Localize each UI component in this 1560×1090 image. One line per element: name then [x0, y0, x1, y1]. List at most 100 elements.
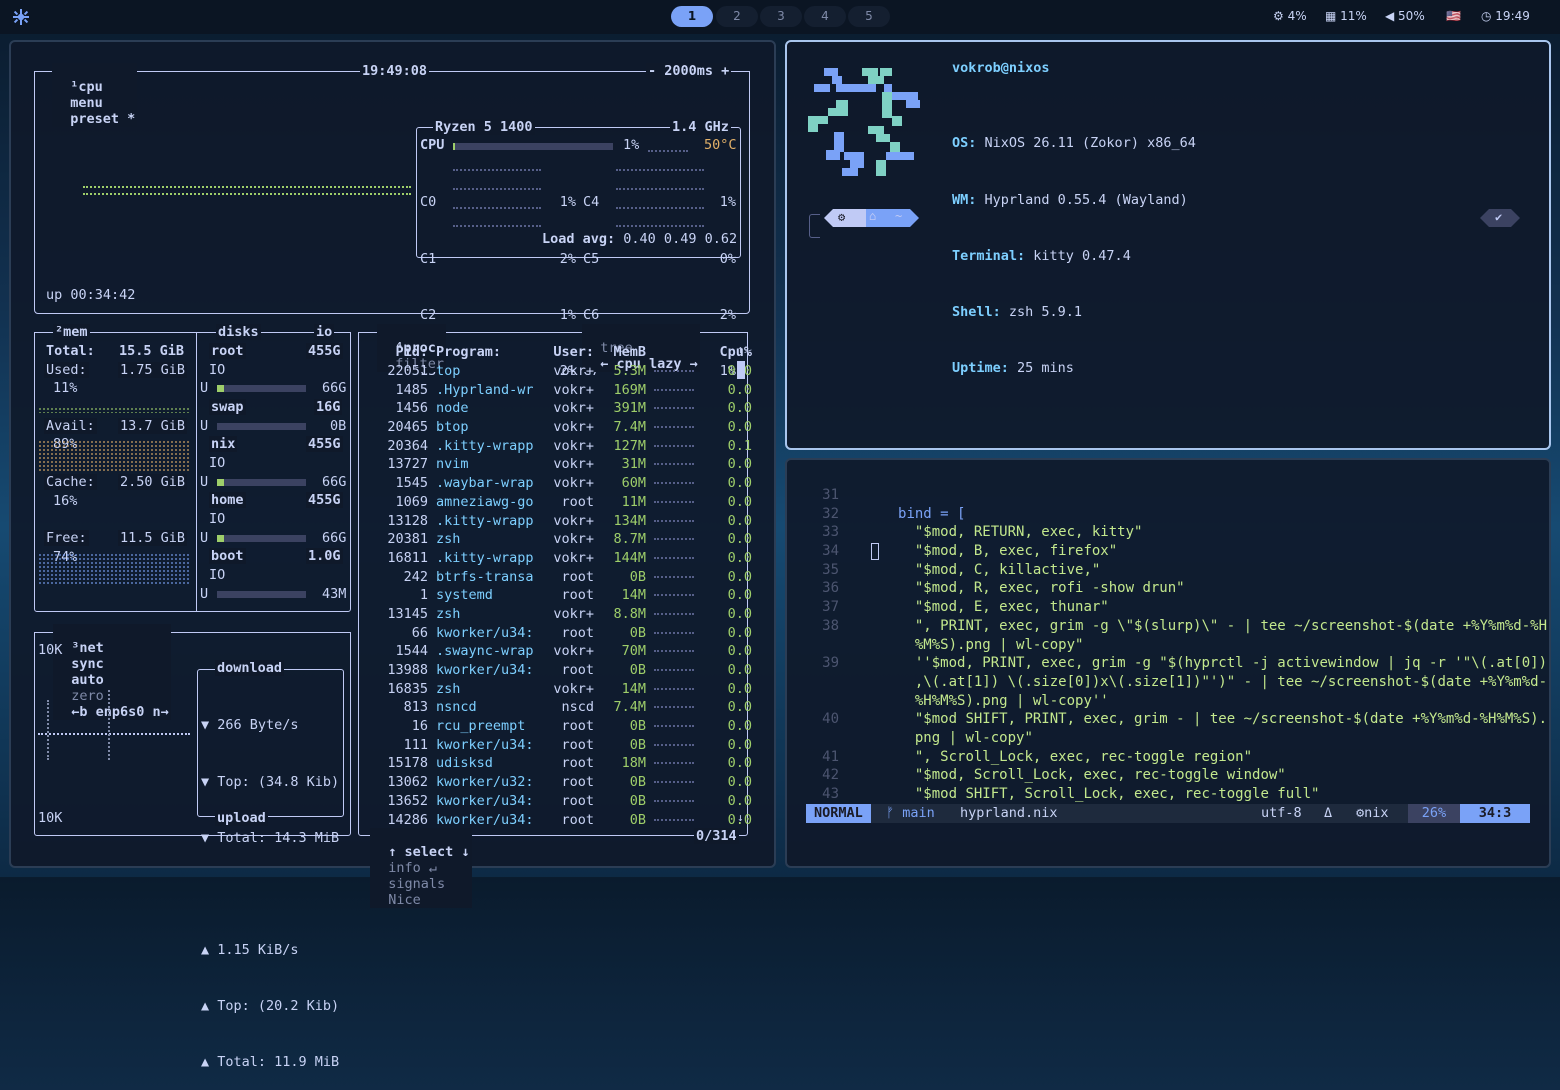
proc-program: udisksd [436, 755, 493, 772]
disk-swap-size: 16G [314, 399, 343, 415]
editor-line[interactable]: 31 [805, 486, 1530, 505]
editor-buffer[interactable]: 31 32 bind = [33 "$mod, RETURN, exec, ki… [805, 486, 1547, 804]
proc-row[interactable]: 1544 .swaync-wrap vokr+ 70M 0.0 [380, 642, 752, 661]
proc-row[interactable]: 22051topvokr+5.3M0.0 [380, 362, 752, 381]
proc-mem: 7.4M [613, 699, 646, 716]
proc-row[interactable]: 1069 amneziawg-go root 11M 0.0 [380, 493, 752, 512]
clock-widget[interactable]: ◷ 19:49 [1481, 9, 1530, 23]
cpu-widget[interactable]: ⚙ 4% [1273, 9, 1307, 23]
proc-cpu-graph [646, 661, 702, 680]
col-program-header[interactable]: Program: [428, 343, 542, 362]
editor-line[interactable]: 37 "$mod, E, exec, thunar" [805, 598, 1530, 617]
editor-line[interactable]: png | wl-copy" [805, 729, 1530, 748]
editor-line[interactable]: 40 "$mod SHIFT, PRINT, exec, grim - | te… [805, 710, 1547, 729]
disk-root-size: 455G [306, 343, 343, 359]
proc-info-button[interactable]: info ↵ [388, 860, 437, 876]
proc-row[interactable]: 813 nsncd nscd 7.4M 0.0 [380, 698, 752, 717]
editor-line[interactable]: 42 "$mod, Scroll_Lock, exec, rec-toggle … [805, 766, 1530, 785]
net-zero-toggle[interactable]: zero [71, 688, 104, 704]
proc-nice-button[interactable]: Nice [388, 892, 421, 908]
proc-row[interactable]: 111 kworker/u34: root 0B 0.0 [380, 735, 752, 754]
workspace-1-button[interactable]: 1 [671, 6, 713, 27]
proc-scroll-down-icon[interactable]: ↓ [737, 811, 744, 824]
prompt-cwd: ~ [895, 209, 903, 223]
cpu-preset-button[interactable]: preset * [70, 111, 135, 127]
disk-root-io: IO [209, 362, 226, 378]
cpu-model: Ryzen 5 1400 [433, 119, 535, 135]
volume-widget[interactable]: ◀ 50% [1385, 9, 1425, 23]
editor-line[interactable]: 35 "$mod, C, killactive," [805, 561, 1530, 580]
editor-line[interactable]: ,\(.at[1]) \(.size[0])x\(.size[1])"')" -… [805, 673, 1547, 692]
proc-row[interactable]: 13128 .kitty-wrapp vokr+ 134M 0.0 [380, 511, 752, 530]
workspace-4-button[interactable]: 4 [804, 6, 846, 27]
workspace-5-button[interactable]: 5 [848, 6, 890, 27]
workspace-3-button[interactable]: 3 [760, 6, 802, 27]
proc-row[interactable]: 20364 .kitty-wrapp vokr+ 127M 0.1 [380, 436, 752, 455]
editor-line[interactable]: 36 "$mod, R, exec, rofi -show drun" [805, 579, 1530, 598]
cpu-menu-button[interactable]: menu [70, 95, 103, 111]
editor-line[interactable]: 34 "$mod, B, exec, firefox" [805, 542, 1530, 561]
line-number: 41 [822, 748, 839, 765]
proc-row[interactable]: 1456 node vokr+ 391M 0.0 [380, 399, 752, 418]
btop-uptime: up 00:34:42 [46, 287, 136, 303]
line-text: ''$mod, PRINT, exec, grim -g "$(hyprctl … [864, 655, 1548, 672]
editor-line[interactable]: 39 ''$mod, PRINT, exec, grim -g "$(hyprc… [805, 654, 1547, 673]
nixos-launcher-icon[interactable] [12, 8, 30, 26]
proc-cpu: 0.0 [727, 755, 752, 772]
workspace-2-button[interactable]: 2 [716, 6, 758, 27]
mem-used-label: Used: [44, 362, 89, 378]
col-mem-header[interactable]: MemB [594, 343, 646, 362]
proc-row[interactable]: 1485 .Hyprland-wr vokr+ 169M 0.0 [380, 380, 752, 399]
btop-interval-control[interactable]: - 2000ms + [646, 63, 732, 79]
net-sync-toggle[interactable]: sync [71, 656, 104, 672]
proc-row[interactable]: 1545 .waybar-wrap vokr+ 60M 0.0 [380, 474, 752, 493]
proc-row[interactable]: 20381 zsh vokr+ 8.7M 0.0 [380, 530, 752, 549]
col-user-header[interactable]: User: [542, 343, 594, 362]
editor-line[interactable]: 33 "$mod, RETURN, exec, kitty" [805, 523, 1530, 542]
proc-row[interactable]: 1 systemd root 14M 0.0 [380, 586, 752, 605]
fetch-terminal-key: Terminal: [952, 247, 1026, 264]
proc-row[interactable]: 66 kworker/u34: root 0B 0.0 [380, 623, 752, 642]
col-cpu-header[interactable]: Cpu% [702, 343, 752, 362]
editor-line[interactable]: 32 bind = [ [805, 505, 1530, 524]
proc-user: vokr+ [553, 475, 594, 492]
proc-row[interactable]: 13727 nvim vokr+ 31M 0.0 [380, 455, 752, 474]
proc-row[interactable]: 13145 zsh vokr+ 8.8M 0.0 [380, 605, 752, 624]
proc-row[interactable]: 15178 udisksd root 18M 0.0 [380, 754, 752, 773]
editor-line[interactable]: 38 ", PRINT, exec, grim -g \"$(slurp)\" … [805, 617, 1547, 636]
memory-widget[interactable]: ▦ 11% [1325, 9, 1367, 23]
proc-scrollbar-thumb[interactable] [737, 361, 745, 379]
proc-signals-button[interactable]: signals [388, 876, 445, 892]
net-interface-selector[interactable]: ←b enp6s0 n→ [71, 704, 169, 720]
net-box-title: ³net [71, 640, 104, 656]
proc-select-hint[interactable]: ↑ select ↓ [388, 844, 469, 860]
net-auto-toggle[interactable]: auto [71, 672, 104, 688]
proc-pid: 1485 [395, 381, 428, 398]
proc-row[interactable]: 16835 zsh vokr+ 14M 0.0 [380, 679, 752, 698]
disks-io-toggle[interactable]: io [314, 324, 335, 340]
proc-row[interactable]: 16811 .kitty-wrapp vokr+ 144M 0.0 [380, 549, 752, 568]
proc-row[interactable]: 13988 kworker/u34: root 0B 0.0 [380, 661, 752, 680]
nixos-prompt-icon: ⚙ [838, 210, 846, 224]
proc-row[interactable]: 16 rcu_preempt root 0B 0.0 [380, 717, 752, 736]
mem-used-percent: 11% [53, 380, 78, 396]
proc-program: rcu_preempt [436, 718, 526, 735]
editor-line[interactable]: 43 "$mod SHIFT, Scroll_Lock, exec, rec-t… [805, 785, 1530, 804]
proc-program: kworker/u34: [436, 811, 534, 828]
proc-row[interactable]: 14286 kworker/u34: root 0B 0.0 [380, 810, 752, 829]
editor-line[interactable]: 41 ", Scroll_Lock, exec, rec-toggle regi… [805, 748, 1530, 767]
line-number: 37 [822, 599, 839, 616]
proc-row[interactable]: 242 btrfs-transa root 0B 0.0 [380, 567, 752, 586]
col-pid-header[interactable]: Pid: [380, 343, 428, 362]
proc-user: root [561, 811, 594, 828]
proc-row[interactable]: 20465 btop vokr+ 7.4M 0.0 [380, 418, 752, 437]
disk-swap-used: 0B [330, 418, 347, 434]
proc-row[interactable]: 13062 kworker/u32: root 0B 0.0 [380, 773, 752, 792]
editor-line[interactable]: %M%S).png | wl-copy" [805, 636, 1530, 655]
cpu-total-value: 1% [623, 137, 640, 153]
proc-row[interactable]: 13652 kworker/u34: root 0B 0.0 [380, 792, 752, 811]
proc-scroll-up-icon[interactable]: ↑ [737, 343, 744, 356]
proc-cpu: 0.0 [727, 400, 752, 417]
editor-line[interactable]: %H%M%S).png | wl-copy'' [805, 692, 1530, 711]
keyboard-layout-flag[interactable]: 🇺🇸 [1446, 9, 1461, 23]
